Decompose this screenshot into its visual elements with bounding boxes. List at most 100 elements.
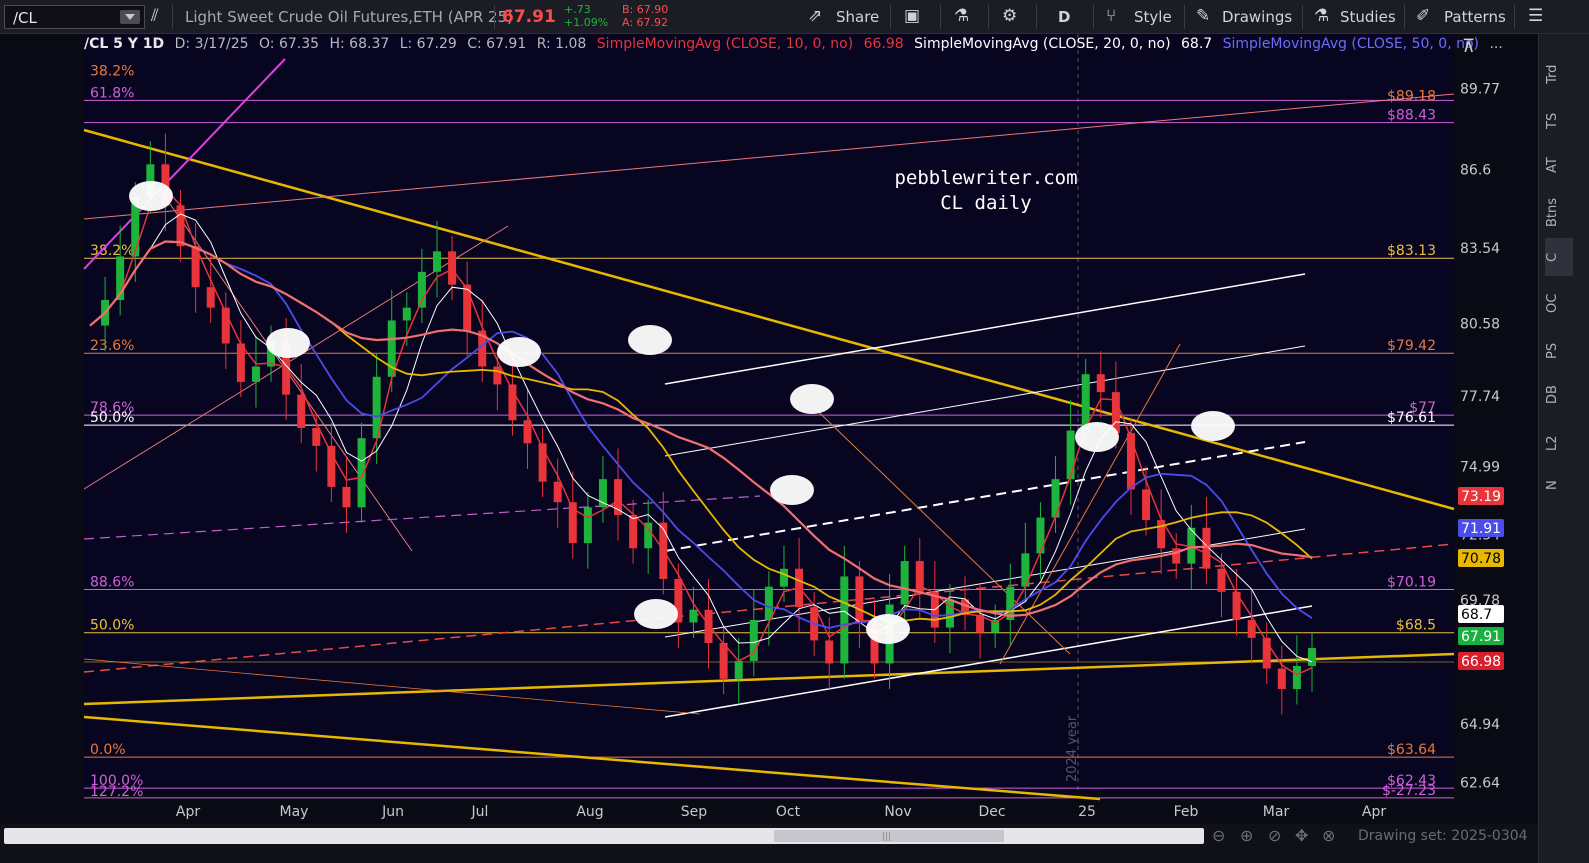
- sma20-value: 68.7: [1181, 36, 1213, 52]
- toolbar-divider: [988, 5, 989, 29]
- marker-ellipse: [1075, 422, 1119, 452]
- menu-icon[interactable]: ☰: [1528, 6, 1543, 26]
- sidebar-tab-btns[interactable]: Btns: [1545, 190, 1573, 234]
- price-tag-label: 70.78: [1461, 551, 1501, 567]
- toolbar-divider: [1093, 5, 1094, 29]
- zoom-out-icon[interactable]: ⊖: [1212, 826, 1225, 845]
- link-icon[interactable]: ⫽: [151, 6, 159, 26]
- marker-ellipse: [497, 337, 541, 367]
- studies-flask-icon[interactable]: ⚗: [1314, 6, 1329, 26]
- candle-body: [779, 568, 788, 587]
- price-chart[interactable]: 2024 year89.7786.683.5480.5877.7474.9972…: [0, 34, 1538, 824]
- fib-price-label: $76.61: [1387, 410, 1436, 426]
- candle-body: [1232, 591, 1241, 620]
- drawing-set-label[interactable]: Drawing set: 2025-0304: [1358, 828, 1528, 844]
- toolbar-divider: [1404, 5, 1405, 29]
- flask-icon[interactable]: ⚗: [954, 6, 969, 26]
- sma10-value: 66.98: [863, 36, 904, 52]
- patterns-icon[interactable]: ✐: [1416, 6, 1430, 26]
- chart-area[interactable]: 2024 year89.7786.683.5480.5877.7474.9972…: [0, 34, 1538, 824]
- candle-body: [206, 287, 215, 308]
- thinkorswim-chart-window: /CL ⫽ Light Sweet Crude Oil Futures,ETH …: [0, 0, 1589, 863]
- candle-body: [1277, 668, 1286, 690]
- price-tag-label: 71.91: [1461, 521, 1501, 537]
- zoom-fit-icon[interactable]: ⊘: [1268, 826, 1281, 845]
- symbol-input[interactable]: /CL: [13, 9, 37, 27]
- sidebar-tab-n[interactable]: N: [1545, 466, 1573, 504]
- candle-body: [312, 427, 321, 446]
- x-tick-label: Jun: [381, 804, 404, 820]
- style-icon[interactable]: ⑂: [1106, 6, 1116, 26]
- sidebar-tab-db[interactable]: DB: [1545, 376, 1573, 414]
- sidebar-tab-trd[interactable]: Trd: [1545, 54, 1573, 94]
- y-tick-label: 80.58: [1460, 317, 1500, 333]
- studies-button[interactable]: Studies: [1340, 8, 1396, 26]
- candle-body: [1217, 568, 1226, 592]
- candle-body: [402, 307, 411, 321]
- right-sidebar: Trd TS AT Btns C OC PS DB L2 N: [1538, 34, 1589, 863]
- toolbar-divider: [1184, 5, 1185, 29]
- candle-body: [1292, 666, 1301, 690]
- more-studies[interactable]: ...: [1489, 36, 1502, 52]
- x-tick-label: Sep: [681, 804, 708, 820]
- settings-gear-icon[interactable]: ⚙: [1002, 6, 1017, 26]
- candle-body: [900, 561, 909, 605]
- pan-icon[interactable]: ✥: [1295, 826, 1308, 845]
- sidebar-tab-ps[interactable]: PS: [1545, 332, 1573, 370]
- toolbar-divider: [1514, 5, 1515, 29]
- share-icon[interactable]: ⇗: [808, 6, 822, 26]
- period-button[interactable]: D: [1058, 8, 1070, 26]
- candle-body: [1051, 479, 1060, 518]
- quick-chart-icon[interactable]: ▣: [904, 6, 920, 26]
- candle-body: [583, 507, 592, 544]
- net-change-percent: +1.09%: [564, 16, 609, 29]
- draw-icon[interactable]: ⊗: [1322, 826, 1335, 845]
- share-button[interactable]: Share: [836, 8, 879, 26]
- sma10-label[interactable]: SimpleMovingAvg (CLOSE, 10, 0, no): [597, 36, 853, 52]
- marker-ellipse: [770, 475, 814, 505]
- price-tag-label: 73.19: [1461, 489, 1501, 505]
- candle-body: [553, 481, 562, 503]
- symbol-dropdown-icon[interactable]: [120, 10, 140, 24]
- horizontal-scrollbar[interactable]: |||: [4, 828, 1204, 844]
- style-button[interactable]: Style: [1134, 8, 1172, 26]
- y-tick-label: 86.6: [1460, 162, 1491, 178]
- y-tick-label: 77.74: [1460, 389, 1500, 405]
- candle-body: [1142, 489, 1151, 521]
- symbol-selector[interactable]: /CL: [4, 5, 145, 29]
- fib-price-label: $88.43: [1387, 108, 1436, 124]
- sma20-label[interactable]: SimpleMovingAvg (CLOSE, 20, 0, no): [914, 36, 1170, 52]
- watermark-line-2: CL daily: [940, 192, 1032, 214]
- fib-price-label: $79.42: [1387, 338, 1436, 354]
- chart-info-bar: /CL 5 Y 1D D: 3/17/25 O: 67.35 H: 68.37 …: [84, 36, 1509, 56]
- candle-body: [734, 660, 743, 679]
- y-tick-label: 83.54: [1460, 241, 1500, 257]
- x-tick-label: Mar: [1263, 804, 1290, 820]
- marker-ellipse: [1191, 411, 1235, 441]
- zoom-in-icon[interactable]: ⊕: [1240, 826, 1253, 845]
- price-axis-background: [1454, 34, 1538, 824]
- x-tick-label: Nov: [884, 804, 911, 820]
- expand-icon[interactable]: ⊼: [1462, 36, 1475, 57]
- candle-body: [1036, 517, 1045, 554]
- candle-body: [357, 438, 366, 508]
- marker-ellipse: [790, 384, 834, 414]
- toolbar-divider: [1036, 5, 1037, 29]
- sidebar-tab-at[interactable]: AT: [1545, 146, 1573, 184]
- sma50-label[interactable]: SimpleMovingAvg (CLOSE, 50, 0, no): [1223, 36, 1479, 52]
- price-tag-label: 68.7: [1461, 607, 1492, 623]
- drawings-pencil-icon[interactable]: ✎: [1196, 6, 1210, 26]
- chart-toolbar: /CL ⫽ Light Sweet Crude Oil Futures,ETH …: [0, 0, 1589, 34]
- sidebar-tab-ts[interactable]: TS: [1545, 102, 1573, 140]
- y-tick-label: 62.64: [1460, 776, 1500, 792]
- fib-percent-label: 38.2%: [90, 64, 134, 80]
- patterns-button[interactable]: Patterns: [1444, 8, 1506, 26]
- toolbar-divider: [890, 5, 891, 29]
- toolbar-divider: [494, 5, 495, 29]
- candle-body: [689, 609, 698, 623]
- symbol-description: Light Sweet Crude Oil Futures,ETH (APR 2…: [185, 8, 514, 26]
- sidebar-tab-oc[interactable]: OC: [1545, 284, 1573, 322]
- sidebar-tab-c[interactable]: C: [1545, 238, 1573, 276]
- drawings-button[interactable]: Drawings: [1222, 8, 1292, 26]
- sidebar-tab-l2[interactable]: L2: [1545, 424, 1573, 462]
